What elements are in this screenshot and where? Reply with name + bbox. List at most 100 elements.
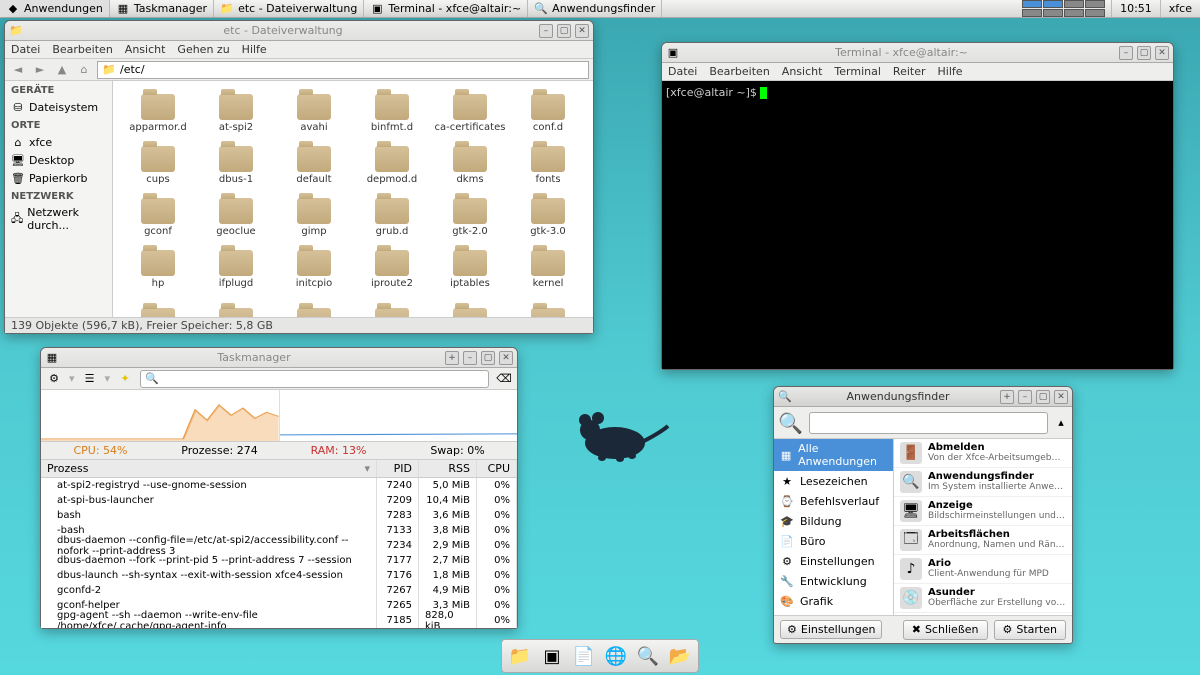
folder-item[interactable]: dbus-1 [197,139,275,191]
table-row[interactable]: at-spi-bus-launcher720910,4 MiB0% [41,493,517,508]
category-ation-item[interactable]: 📄Büro [774,531,893,551]
category-ation-item[interactable]: 🎓Bildung [774,511,893,531]
user-menu[interactable]: xfce [1161,2,1200,15]
star-icon[interactable]: ✦ [118,372,132,386]
workspace-switcher[interactable] [1022,0,1105,17]
table-row[interactable]: gpg-agent --sh --daemon --write-env-file… [41,613,517,628]
folder-item[interactable] [197,295,275,317]
menu-hilfe[interactable]: Hilfe [242,43,267,56]
table-row[interactable]: bash72833,6 MiB0% [41,508,517,523]
folder-item[interactable]: grub.d [353,191,431,243]
category-ation-item[interactable]: ▦Alle Anwendungen [774,439,893,471]
clock[interactable]: 10:51 [1111,0,1161,17]
appfinder-search-input[interactable] [809,412,1048,434]
folder-item[interactable]: hp [119,243,197,295]
settings-toggle[interactable]: ⚙Einstellungen [780,620,882,639]
home-button[interactable]: ⌂ [75,61,93,79]
terminal-titlebar[interactable]: ▣ Terminal - xfce@altair:~ – ▢ ✕ [662,43,1173,63]
taskbar-item-taskmanager[interactable]: ▦ Taskmanager [110,0,214,17]
folder-item[interactable]: cups [119,139,197,191]
folder-item[interactable]: iptables [431,243,509,295]
taskbar-item-appfinder[interactable]: 🔍 Anwendungsfinder [528,0,662,17]
sidebar-item-home[interactable]: ⌂xfce [5,133,112,151]
applications-menu[interactable]: ◆ Anwendungen [0,0,110,17]
close-button[interactable]: ✕ [499,351,513,365]
folder-item[interactable]: gtk-2.0 [431,191,509,243]
folder-item[interactable]: apparmor.d [119,87,197,139]
category-ation-item[interactable]: ⚙Einstellungen [774,551,893,571]
folder-item[interactable]: dkms [431,139,509,191]
menu-hilfe[interactable]: Hilfe [938,65,963,78]
app-item[interactable]: 🖥AnzeigeBildschirmeinstellungen und An..… [894,497,1072,526]
category-ation-item[interactable]: 🎨Grafik [774,591,893,611]
close-button[interactable]: ✕ [1054,390,1068,404]
folder-item[interactable]: gimp [275,191,353,243]
sidebar-item-desktop[interactable]: 🖥Desktop [5,151,112,169]
menu-gehen-zu[interactable]: Gehen zu [177,43,229,56]
folder-item[interactable]: fonts [509,139,587,191]
exec-icon[interactable]: ⚙ [47,372,61,386]
app-item[interactable]: 🗔ArbeitsflächenAnordnung, Namen und Ränd… [894,526,1072,555]
window-pin-button[interactable]: + [1000,390,1014,404]
launch-button[interactable]: ⚙Starten [994,620,1067,640]
category-ation-item[interactable]: ★Lesezeichen [774,471,893,491]
close-button[interactable]: ✕ [1155,46,1169,60]
folder-item[interactable]: ca-certificates [431,87,509,139]
table-row[interactable]: dbus-daemon --fork --print-pid 5 --print… [41,553,517,568]
taskbar-item-terminal[interactable]: ▣ Terminal - xfce@altair:~ [364,0,528,17]
clear-icon[interactable]: ⌫ [497,372,511,386]
maximize-button[interactable]: ▢ [557,24,571,38]
prefs-icon[interactable]: ☰ [83,372,97,386]
folder-item[interactable] [119,295,197,317]
dock-files[interactable]: 📁 [506,642,534,670]
app-item[interactable]: 💿AsunderOberfläche zur Erstellung von A.… [894,584,1072,613]
taskmanager-search[interactable]: 🔍 [140,370,489,388]
folder-item[interactable]: binfmt.d [353,87,431,139]
appfinder-titlebar[interactable]: 🔍 Anwendungsfinder + – ▢ ✕ [774,387,1072,407]
menu-datei[interactable]: Datei [11,43,40,56]
sidebar-item-dateisystem[interactable]: ⛁Dateisystem [5,98,112,116]
folder-item[interactable]: kernel [509,243,587,295]
menu-datei[interactable]: Datei [668,65,697,78]
dock-search[interactable]: 🔍 [634,642,662,670]
maximize-button[interactable]: ▢ [481,351,495,365]
folder-item[interactable] [509,295,587,317]
collapse-icon[interactable]: ▴ [1054,416,1068,430]
dock-web[interactable]: 🌐 [602,642,630,670]
table-row[interactable]: at-spi2-registryd --use-gnome-session724… [41,478,517,493]
folder-item[interactable]: at-spi2 [197,87,275,139]
file-manager-titlebar[interactable]: 📁 etc - Dateiverwaltung – ▢ ✕ [5,21,593,41]
forward-button[interactable]: ► [31,61,49,79]
window-pin-button[interactable]: + [445,351,459,365]
taskmanager-window[interactable]: ▦ Taskmanager + – ▢ ✕ ⚙ ▾ ☰ ▾ ✦ 🔍 ⌫ [40,347,518,629]
folder-item[interactable] [431,295,509,317]
folder-item[interactable]: initcpio [275,243,353,295]
back-button[interactable]: ◄ [9,61,27,79]
minimize-button[interactable]: – [1018,390,1032,404]
app-item[interactable]: 🔍AnwendungsfinderIm System installierte … [894,468,1072,497]
menu-ansicht[interactable]: Ansicht [125,43,166,56]
folder-item[interactable]: geoclue [197,191,275,243]
table-row[interactable]: dbus-launch --sh-syntax --exit-with-sess… [41,568,517,583]
up-button[interactable]: ▲ [53,61,71,79]
folder-item[interactable]: avahi [275,87,353,139]
maximize-button[interactable]: ▢ [1137,46,1151,60]
taskmanager-process-list[interactable]: at-spi2-registryd --use-gnome-session724… [41,478,517,628]
close-button[interactable]: ✕ [575,24,589,38]
folder-item[interactable]: default [275,139,353,191]
terminal-window[interactable]: ▣ Terminal - xfce@altair:~ – ▢ ✕ Datei B… [661,42,1174,370]
folder-item[interactable]: conf.d [509,87,587,139]
appfinder-window[interactable]: 🔍 Anwendungsfinder + – ▢ ✕ 🔍 ▴ ▦Alle Anw… [773,386,1073,644]
folder-item[interactable]: depmod.d [353,139,431,191]
app-item[interactable]: ♪ArioClient-Anwendung für MPD [894,555,1072,584]
folder-item[interactable]: ifplugd [197,243,275,295]
close-button[interactable]: ✖Schließen [903,620,988,640]
sidebar-item-trash[interactable]: 🗑Papierkorb [5,169,112,187]
menu-bearbeiten[interactable]: Bearbeiten [709,65,769,78]
table-row[interactable]: dbus-daemon --config-file=/etc/at-spi2/a… [41,538,517,553]
file-manager-window[interactable]: 📁 etc - Dateiverwaltung – ▢ ✕ Datei Bear… [4,20,594,334]
file-manager-icon-view[interactable]: apparmor.dat-spi2avahibinfmt.dca-certifi… [113,81,593,317]
taskmanager-table-header[interactable]: Prozess▾ PID RSS CPU [41,460,517,478]
maximize-button[interactable]: ▢ [1036,390,1050,404]
terminal-content[interactable]: [xfce@altair ~]$ [662,81,1173,369]
